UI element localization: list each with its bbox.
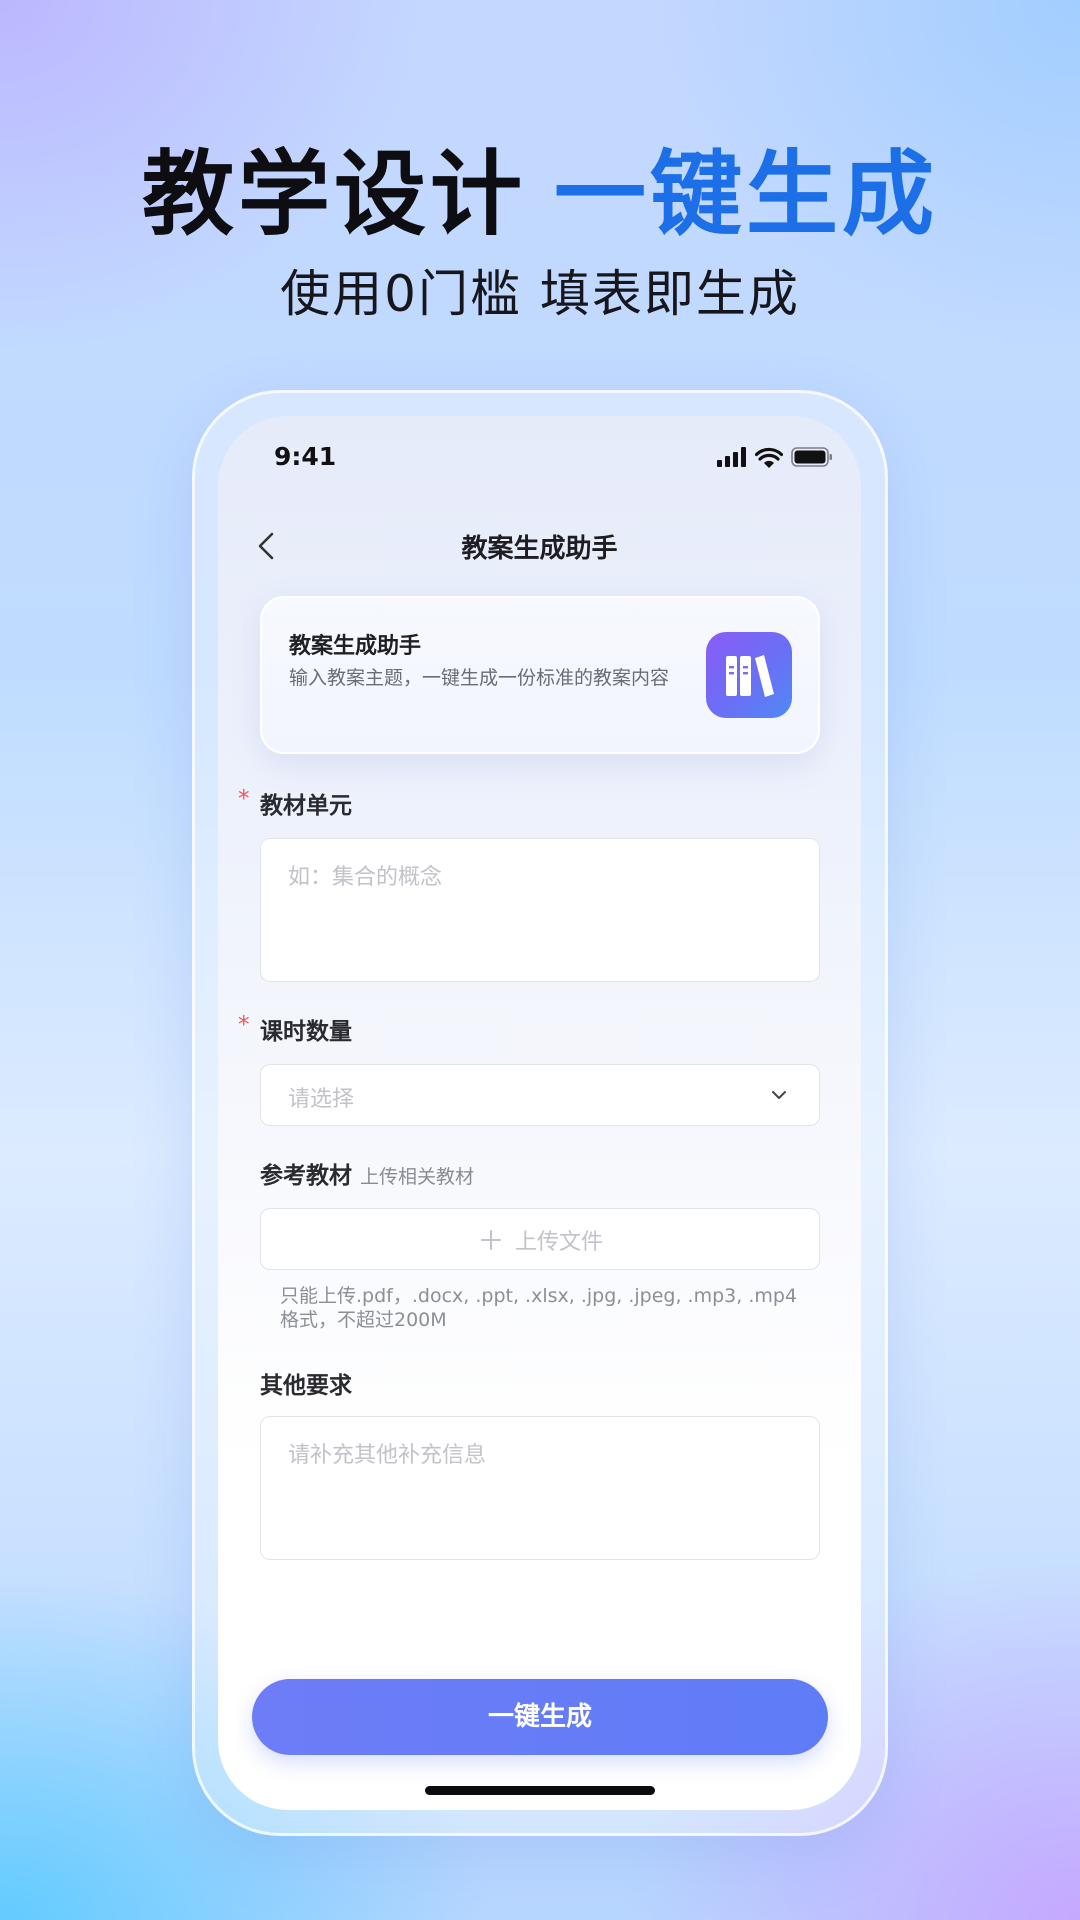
reference-hint: 上传相关教材 — [360, 1166, 475, 1188]
promo-headline: 教学设计 一键生成 — [0, 140, 1080, 250]
upload-label: 上传文件 — [514, 1230, 603, 1255]
promo-subheadline: 使用0门槛 填表即生成 — [280, 265, 800, 323]
upload-note: 只能上传.pdf，.docx, .ppt, .xlsx, .jpg, .jpeg… — [280, 1285, 798, 1331]
signal-icon — [717, 447, 746, 467]
battery-icon — [791, 447, 832, 467]
intro-title: 教案生成助手 — [289, 634, 422, 659]
nav-bar: 教案生成助手 — [218, 506, 861, 586]
intro-description: 输入教案主题，一键生成一份标准的教案内容 — [289, 667, 670, 689]
unit-field[interactable] — [260, 838, 820, 982]
generate-button[interactable]: 一键生成 — [252, 1679, 828, 1755]
headline-accent: 一键生成 — [554, 141, 939, 248]
reference-label-text: 参考教材 — [260, 1163, 352, 1189]
lessons-select-placeholder: 请选择 — [288, 1087, 355, 1112]
other-input[interactable] — [288, 1437, 788, 1487]
chevron-down-icon — [772, 1091, 786, 1099]
other-label: 其他要求 — [260, 1373, 352, 1399]
phone-screen: 9:41 教案生成助手 教案生成助手 输入教案主题，一键生成一份标准的教案内容 … — [218, 416, 861, 1810]
home-indicator — [425, 1786, 655, 1795]
upload-inner: 上传文件 — [261, 1209, 821, 1271]
plus-icon — [480, 1230, 501, 1250]
lessons-select[interactable]: 请选择 — [260, 1064, 820, 1126]
wifi-icon — [755, 447, 783, 468]
unit-label: 教材单元 — [260, 793, 352, 819]
intro-card: 教案生成助手 输入教案主题，一键生成一份标准的教案内容 — [260, 596, 820, 754]
upload-file-button[interactable]: 上传文件 — [260, 1208, 820, 1270]
reference-label: 参考教材 上传相关教材 — [260, 1156, 474, 1190]
other-field[interactable] — [260, 1416, 820, 1560]
books-icon — [706, 632, 792, 718]
status-bar: 9:41 — [218, 416, 861, 496]
page-title: 教案生成助手 — [461, 534, 618, 564]
required-mark: * — [238, 786, 250, 812]
lessons-label: 课时数量 — [260, 1019, 352, 1045]
headline-main: 教学设计 — [141, 141, 526, 248]
status-time: 9:41 — [274, 442, 337, 471]
unit-input[interactable] — [288, 859, 788, 909]
required-mark: * — [238, 1012, 250, 1038]
status-icons — [717, 446, 833, 468]
